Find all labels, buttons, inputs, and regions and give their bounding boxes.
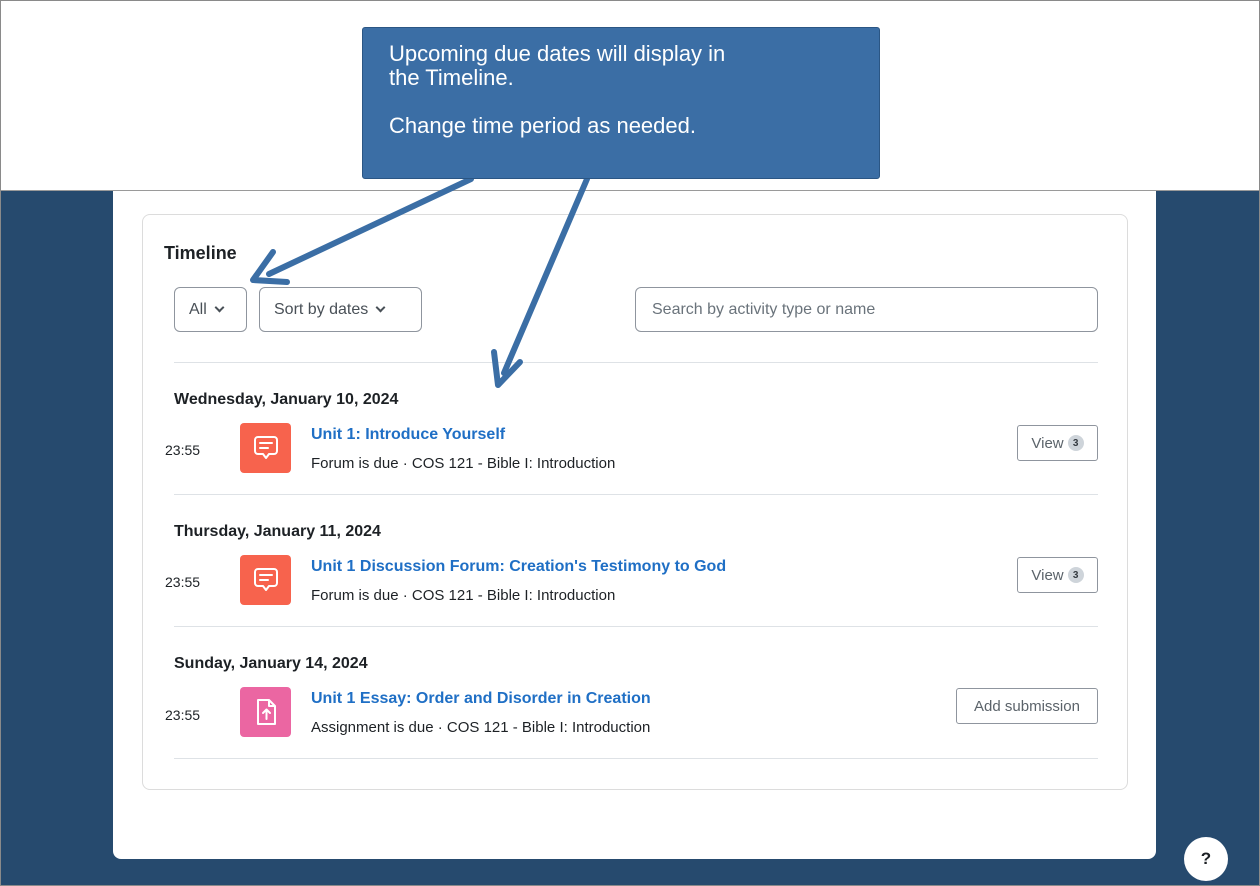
add-submission-button[interactable]: Add submission xyxy=(956,688,1098,724)
filter-label: All xyxy=(189,300,207,318)
forum-icon xyxy=(240,423,291,473)
activity-link[interactable]: Unit 1: Introduce Yourself xyxy=(311,426,505,444)
callout-text: Upcoming due dates will display in xyxy=(389,41,726,66)
divider xyxy=(174,758,1098,759)
count-badge: 3 xyxy=(1067,567,1084,583)
event-time: 23:55 xyxy=(165,707,201,723)
forum-icon xyxy=(240,555,291,605)
screenshot-frame: Timeline All Sort by dates Wednesday, Ja… xyxy=(0,0,1260,886)
assignment-upload-icon xyxy=(240,687,291,737)
divider xyxy=(174,362,1098,363)
date-heading: Wednesday, January 10, 2024 xyxy=(174,391,399,408)
callout-text: Change time period as needed. xyxy=(389,113,696,138)
activity-meta: Forum is due · COS 121 - Bible I: Introd… xyxy=(311,455,616,472)
activity-link[interactable]: Unit 1 Discussion Forum: Creation's Test… xyxy=(311,558,726,576)
divider xyxy=(174,494,1098,495)
view-button[interactable]: View 3 xyxy=(1017,557,1098,593)
divider xyxy=(174,626,1098,627)
date-heading: Sunday, January 14, 2024 xyxy=(174,655,368,672)
tutorial-callout: Upcoming due dates will display in the T… xyxy=(362,27,880,179)
filter-dropdown[interactable]: All xyxy=(174,287,247,332)
count-badge: 3 xyxy=(1067,435,1084,451)
chevron-down-icon xyxy=(375,302,386,313)
date-heading: Thursday, January 11, 2024 xyxy=(174,523,381,540)
chevron-down-icon xyxy=(214,302,225,313)
help-button[interactable]: ? xyxy=(1184,837,1228,881)
sort-label: Sort by dates xyxy=(274,300,369,318)
event-time: 23:55 xyxy=(165,442,201,458)
timeline-title: Timeline xyxy=(164,243,237,263)
view-label: View xyxy=(1031,566,1064,584)
activity-link[interactable]: Unit 1 Essay: Order and Disorder in Crea… xyxy=(311,690,651,708)
callout-text: the Timeline. xyxy=(389,65,514,90)
view-label: View xyxy=(1031,434,1064,452)
activity-meta: Assignment is due · COS 121 - Bible I: I… xyxy=(311,719,651,736)
sort-dropdown[interactable]: Sort by dates xyxy=(259,287,422,332)
activity-meta: Forum is due · COS 121 - Bible I: Introd… xyxy=(311,587,616,604)
search-input[interactable] xyxy=(635,287,1098,332)
view-button[interactable]: View 3 xyxy=(1017,425,1098,461)
event-time: 23:55 xyxy=(165,574,201,590)
timeline-block: Timeline All Sort by dates Wednesday, Ja… xyxy=(142,214,1128,790)
